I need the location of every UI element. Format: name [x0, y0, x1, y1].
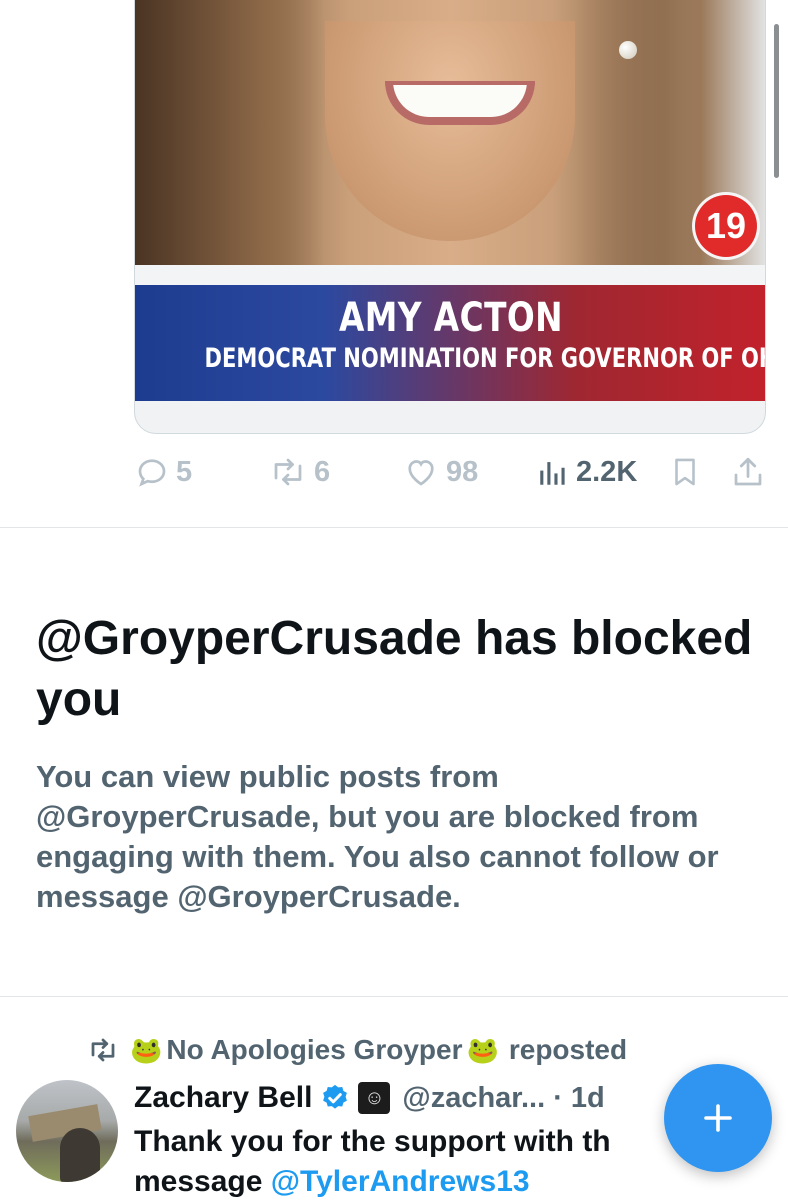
share-button[interactable]: [730, 452, 766, 492]
like-icon: [408, 460, 434, 486]
reply-count: 5: [176, 455, 193, 488]
tweet-author-line: Zachary Bell ☺ @zachar... · 1d: [134, 1078, 605, 1118]
scrollbar[interactable]: [774, 24, 779, 178]
section-divider: [0, 527, 788, 528]
repost-icon: [91, 1038, 115, 1062]
tweet-text: Thank you for the support with th messag…: [134, 1122, 694, 1200]
reposted-label: reposted: [508, 1034, 628, 1065]
photo-divider-strip: [135, 265, 765, 285]
news-lower-third: AMY ACTON DEMOCRAT NOMINATION FOR GOVERN…: [135, 285, 766, 401]
avatar-person: [60, 1128, 100, 1182]
blocked-description: You can view public posts from @GroyperC…: [36, 759, 719, 914]
repost-context[interactable]: 🐸 No Apologies Groyper 🐸 reposted: [86, 1030, 627, 1070]
photo-earring: [619, 41, 637, 59]
photo-smile: [385, 81, 535, 125]
views-count: 2.2K: [576, 455, 638, 488]
frog-emoji-icon: 🐸: [130, 1034, 163, 1065]
section-divider: [0, 996, 788, 997]
tweet-text-line-2: message @TylerAndrews13: [134, 1162, 694, 1200]
frog-emoji-icon: 🐸: [466, 1034, 499, 1065]
repost-icon: [274, 458, 302, 486]
photo-hair-left: [135, 0, 325, 265]
repost-button[interactable]: 6: [268, 452, 330, 492]
views-icon: [540, 462, 565, 485]
tweet-action-bar: 5 6 98 2.2K: [134, 452, 774, 492]
affiliate-badge-icon: ☺: [358, 1082, 391, 1114]
bookmark-button[interactable]: [668, 452, 702, 492]
reposted-by-name: No Apologies Groyper: [166, 1034, 463, 1065]
like-count: 98: [446, 455, 479, 488]
tweet-text-line-1: Thank you for the support with th: [134, 1125, 611, 1158]
author-handle-time: @zachar... · 1d: [402, 1081, 605, 1114]
views-button[interactable]: 2.2K: [536, 452, 637, 492]
tweet-photo: 19: [135, 0, 765, 265]
lower-third-name: AMY ACTON: [338, 295, 564, 341]
bookmark-icon: [675, 458, 695, 486]
reply-button[interactable]: 5: [134, 452, 192, 492]
plus-icon: [704, 1104, 732, 1132]
like-button[interactable]: 98: [402, 452, 478, 492]
mention-link[interactable]: @TylerAndrews13: [271, 1165, 530, 1198]
share-icon: [734, 457, 762, 486]
lower-third-subtitle: DEMOCRAT NOMINATION FOR GOVERNOR OF OHIO: [204, 343, 766, 374]
channel-logo: 19: [695, 195, 757, 257]
verified-badge-icon: [323, 1084, 348, 1109]
photo-face: [325, 21, 575, 241]
reply-icon: [138, 459, 166, 487]
blocked-title: @GroyperCrusade has blocked you: [36, 612, 753, 726]
compose-fab-button[interactable]: [664, 1064, 772, 1172]
tweet-media-card[interactable]: 19 AMY ACTON DEMOCRAT NOMINATION FOR GOV…: [134, 0, 766, 434]
tweet-text-prefix: message: [134, 1165, 271, 1198]
author-avatar[interactable]: [16, 1080, 118, 1182]
repost-count: 6: [314, 455, 331, 488]
author-name[interactable]: Zachary Bell: [134, 1081, 312, 1115]
